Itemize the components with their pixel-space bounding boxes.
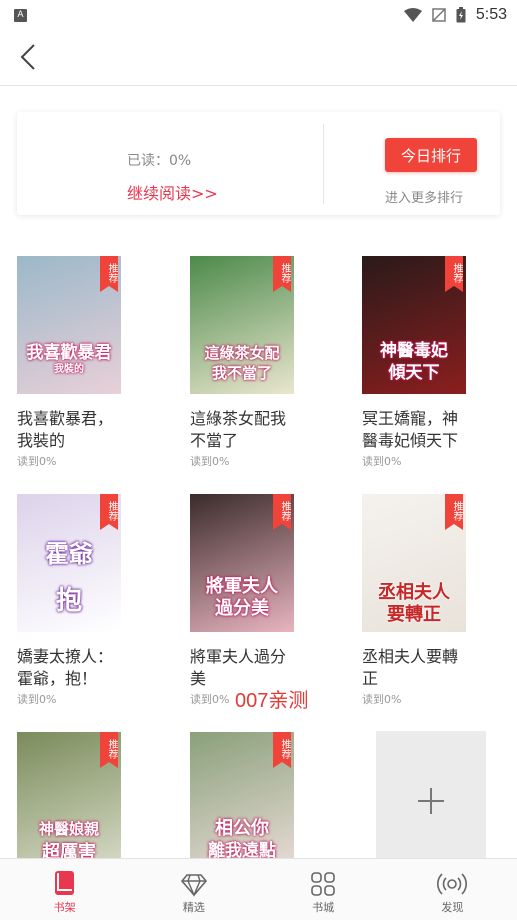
recommend-badge: 推荐 [100, 732, 118, 768]
tab-label: 书架 [53, 901, 76, 914]
book-item[interactable]: 將軍夫人 過分美 推荐 將軍夫人過分美 读到0% [190, 494, 340, 707]
book-progress: 读到0% [362, 455, 402, 468]
top-nav-bar [0, 30, 517, 86]
book-cover[interactable]: 相公你 離我遠點 推荐 [190, 732, 294, 870]
watermark-text: 007亲测 [235, 690, 309, 712]
back-arrow-icon[interactable] [14, 42, 44, 72]
no-signal-icon [432, 8, 446, 22]
book-item[interactable]: 這綠茶女配 我不當了 推荐 這綠茶女配我不當了 读到0% [190, 256, 340, 469]
cover-title: 霍爺 [45, 539, 93, 568]
book-cover[interactable]: 我喜歡暴君 我裝的 推荐 [17, 256, 121, 394]
book-progress: 读到0% [17, 455, 57, 468]
tab-discover[interactable]: 发现 [388, 859, 517, 920]
tab-featured[interactable]: 精选 [129, 859, 258, 920]
recommend-badge: 推荐 [273, 256, 291, 292]
book-cover[interactable]: 將軍夫人 過分美 推荐 [190, 494, 294, 632]
grid-icon [311, 872, 335, 896]
wifi-icon [403, 8, 422, 22]
tab-bookstore[interactable]: 书城 [259, 859, 388, 920]
book-item[interactable]: 我喜歡暴君 我裝的 推荐 我喜歡暴君，我裝的 读到0% [17, 256, 167, 469]
book-progress: 读到0% [190, 455, 230, 468]
book-progress: 读到0% [17, 693, 57, 706]
book-cover[interactable]: 神醫毒妃 傾天下 推荐 [362, 256, 466, 394]
read-progress-text: 已读：0% [127, 153, 192, 169]
book-title: 冥王嬌寵，神醫毒妃傾天下 [362, 409, 459, 450]
tab-bookshelf[interactable]: 书架 [0, 859, 129, 920]
book-item[interactable]: 神醫娘親 超厲害 推荐 [17, 732, 167, 870]
status-bar: A 5:53 [0, 0, 517, 30]
book-item[interactable]: 相公你 離我遠點 推荐 [190, 732, 340, 870]
recommend-badge: 推荐 [445, 494, 463, 530]
book-title: 我喜歡暴君，我裝的 [17, 409, 114, 450]
cover-subtitle: 我不當了 [211, 364, 272, 382]
book-title: 嬌妻太撩人：霍爺，抱！ [17, 647, 114, 688]
recommend-badge: 推荐 [273, 732, 291, 768]
cover-subtitle: 過分美 [215, 598, 269, 619]
cover-subtitle: 傾天下 [388, 363, 440, 383]
cover-title: 神醫娘親 [38, 820, 99, 838]
book-title: 丞相夫人要轉正 [362, 647, 459, 688]
tab-label: 精选 [182, 901, 205, 914]
recommend-badge: 推荐 [445, 256, 463, 292]
book-progress: 读到0% [362, 693, 402, 706]
cover-title: 這綠茶女配 [204, 344, 280, 362]
more-rankings-link[interactable]: 进入更多排行 [385, 187, 463, 206]
today-ranking-button[interactable]: 今日排行 [385, 138, 477, 172]
book-item[interactable]: 神醫毒妃 傾天下 推荐 冥王嬌寵，神醫毒妃傾天下 读到0% [362, 256, 512, 469]
book-cover[interactable]: 霍爺 抱 推荐 [17, 494, 121, 632]
book-cover[interactable]: 這綠茶女配 我不當了 推荐 [190, 256, 294, 394]
diamond-icon [180, 874, 207, 897]
continue-reading-link[interactable]: 继续阅读>> [127, 180, 218, 204]
tab-label: 发现 [441, 901, 464, 914]
recommend-badge: 推荐 [100, 494, 118, 530]
bookshelf-icon [54, 871, 74, 895]
clock: 5:53 [475, 6, 507, 23]
battery-icon [456, 7, 466, 23]
plus-icon [418, 788, 444, 814]
card-divider [323, 124, 324, 204]
book-cover[interactable]: 神醫娘親 超厲害 推荐 [17, 732, 121, 870]
add-book-button[interactable] [376, 731, 486, 871]
book-title: 這綠茶女配我不當了 [190, 409, 287, 450]
app-notification-icon: A [14, 8, 27, 22]
cover-subtitle: 要轉正 [387, 604, 441, 625]
book-item[interactable]: 丞相夫人 要轉正 推荐 丞相夫人要轉正 读到0% [362, 494, 512, 707]
cover-subtitle: 我裝的 [54, 364, 84, 375]
reading-progress-card: 已读：0% 继续阅读>> 今日排行 进入更多排行 [17, 112, 500, 215]
book-cover[interactable]: 丞相夫人 要轉正 推荐 [362, 494, 466, 632]
tab-label: 书城 [312, 901, 335, 914]
broadcast-icon [437, 873, 468, 895]
recommend-badge: 推荐 [100, 256, 118, 292]
recommend-badge: 推荐 [273, 494, 291, 530]
cover-subtitle: 抱 [55, 586, 82, 616]
bottom-tab-bar: 书架 精选 书城 发现 [0, 858, 517, 920]
book-item[interactable]: 霍爺 抱 推荐 嬌妻太撩人：霍爺，抱！ 读到0% [17, 494, 167, 707]
